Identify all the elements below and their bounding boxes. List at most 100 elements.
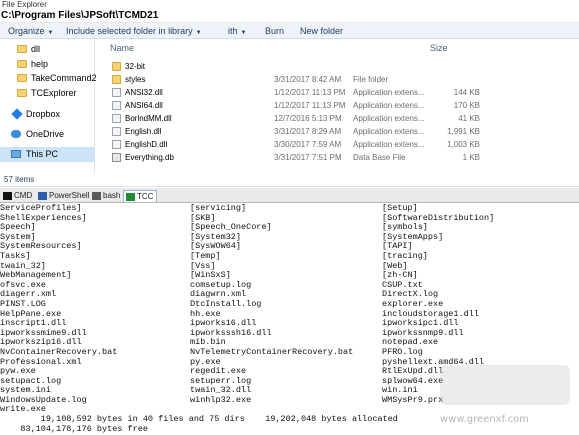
nav-item-dll[interactable]: dll — [0, 42, 95, 57]
file-date: 3/31/2017 8:42 AM — [274, 75, 342, 84]
nav-item-help[interactable]: help — [0, 57, 95, 72]
file-name: BorlndMM.dll — [125, 114, 172, 123]
column-header-name[interactable]: Name — [110, 43, 134, 53]
database-icon — [112, 153, 121, 162]
file-name: ANSI64.dll — [125, 101, 163, 110]
file-row[interactable]: English.dll 3/31/2017 8:29 AM Applicatio… — [96, 125, 579, 138]
tab-cmd[interactable]: CMD — [1, 190, 35, 202]
console-column-1: ServiceProfiles] ShellExperiences] Speec… — [0, 203, 117, 415]
dll-icon — [112, 101, 121, 110]
file-size: 1 KB — [462, 153, 480, 162]
nav-item-onedrive[interactable]: OneDrive — [0, 127, 95, 142]
file-type: Application extens... — [353, 140, 425, 149]
chevron-down-icon: ▼ — [240, 30, 247, 36]
folder-icon — [17, 60, 27, 68]
chevron-down-icon: ▼ — [195, 30, 202, 36]
nav-item-dropbox[interactable]: Dropbox — [0, 107, 95, 122]
nav-item-label: OneDrive — [26, 129, 65, 139]
nav-item-label: This PC — [26, 149, 59, 159]
nav-item-label: help — [31, 59, 49, 69]
file-type: Application extens... — [353, 101, 425, 110]
console-tab-bar: CMD PowerShell bash TCC — [0, 188, 579, 203]
file-size: 144 KB — [453, 88, 480, 97]
dll-icon — [112, 88, 121, 97]
nav-item-takecommand2[interactable]: TakeCommand2 — [0, 71, 97, 86]
console-summary-line: 83,104,178,176 bytes free — [0, 424, 148, 434]
explorer-toolbar: Organize ▼ Include selected folder in lib… — [0, 23, 579, 39]
file-size: 170 KB — [453, 101, 480, 110]
file-list: Name Size 32-bit styles 3/31/2017 8:42 A… — [96, 39, 579, 173]
burn-button[interactable]: Burn — [265, 23, 284, 39]
tab-powershell[interactable]: PowerShell — [36, 190, 92, 202]
file-type: File folder — [353, 75, 389, 84]
tab-label: PowerShell — [49, 191, 90, 200]
file-size: 1,003 KB — [447, 140, 480, 149]
folder-icon — [112, 62, 121, 71]
folder-icon — [17, 45, 27, 53]
address-bar[interactable]: C:\Program Files\JPSoft\TCMD21 — [0, 9, 579, 23]
file-date: 12/7/2016 5:13 PM — [274, 114, 342, 123]
nav-item-label: TCExplorer — [31, 88, 77, 98]
file-row[interactable]: Everything.db 3/31/2017 7:51 PM Data Bas… — [96, 151, 579, 164]
file-name: 32-bit — [125, 62, 146, 71]
console-column-2: [servicing] [SKB] [Speech_OneCore] [Syst… — [190, 203, 353, 405]
console-line: winhlp32.exe — [190, 394, 252, 405]
file-name: Everything.db — [125, 153, 174, 162]
dropbox-icon — [11, 108, 23, 120]
file-type: Application extens... — [353, 114, 425, 123]
tab-bash[interactable]: bash — [90, 190, 123, 202]
cmd-icon — [3, 192, 12, 200]
status-bar: 57 items — [0, 173, 579, 187]
file-size: 1,991 KB — [447, 127, 480, 136]
nav-item-label: TakeCommand2 — [31, 73, 97, 83]
file-size: 41 KB — [458, 114, 480, 123]
dll-icon — [112, 114, 121, 123]
file-date: 3/31/2017 7:51 PM — [274, 153, 342, 162]
tab-label: TCC — [137, 192, 154, 201]
dll-icon — [112, 140, 121, 149]
file-date: 1/12/2017 11:13 PM — [274, 101, 346, 110]
file-date: 1/12/2017 11:13 PM — [274, 88, 346, 97]
window-title: File Explorer — [0, 0, 579, 9]
file-row[interactable]: ANSI64.dll 1/12/2017 11:13 PM Applicatio… — [96, 99, 579, 112]
nav-item-label: Dropbox — [26, 109, 61, 119]
file-row[interactable]: ANSI32.dll 1/12/2017 11:13 PM Applicatio… — [96, 86, 579, 99]
new-folder-button[interactable]: New folder — [300, 23, 343, 39]
file-row[interactable]: styles 3/31/2017 8:42 AM File folder — [96, 73, 579, 86]
file-name: EnglishD.dll — [125, 140, 168, 149]
file-type: Data Base File — [353, 153, 406, 162]
dll-icon — [112, 127, 121, 136]
tab-label: CMD — [14, 191, 33, 200]
file-name: styles — [125, 75, 146, 84]
file-type: Application extens... — [353, 127, 425, 136]
bash-icon — [92, 192, 101, 200]
folder-icon — [17, 89, 27, 97]
tab-label: bash — [103, 191, 121, 200]
share-with-label: ith — [228, 26, 238, 36]
file-date: 3/30/2017 7:59 AM — [274, 140, 342, 149]
file-type: Application extens... — [353, 88, 425, 97]
folder-icon — [17, 74, 27, 82]
file-row[interactable]: 32-bit — [96, 60, 579, 73]
watermark-logo — [440, 365, 570, 405]
file-row[interactable]: EnglishD.dll 3/30/2017 7:59 AM Applicati… — [96, 138, 579, 151]
computer-icon — [11, 150, 21, 158]
nav-item-this-pc[interactable]: This PC — [0, 147, 95, 162]
column-header-size[interactable]: Size — [430, 43, 448, 53]
chevron-down-icon: ▼ — [47, 30, 54, 36]
tab-tcc[interactable]: TCC — [123, 190, 158, 202]
navigation-pane: dll help TakeCommand2 TCExplorer Dropbox… — [0, 39, 97, 173]
file-date: 3/31/2017 8:29 AM — [274, 127, 342, 136]
watermark-text: www.greenxf.com — [440, 414, 529, 425]
file-row[interactable]: BorlndMM.dll 12/7/2016 5:13 PM Applicati… — [96, 112, 579, 125]
tcc-icon — [126, 193, 135, 201]
file-name: English.dll — [125, 127, 162, 136]
file-name: ANSI32.dll — [125, 88, 163, 97]
nav-item-label: dll — [31, 44, 41, 54]
folder-icon — [112, 75, 121, 84]
nav-item-tcexplorer[interactable]: TCExplorer — [0, 86, 95, 101]
include-label: Include selected folder in library — [66, 26, 193, 36]
powershell-icon — [38, 192, 47, 200]
organize-label: Organize — [8, 26, 45, 36]
onedrive-icon — [11, 130, 21, 138]
